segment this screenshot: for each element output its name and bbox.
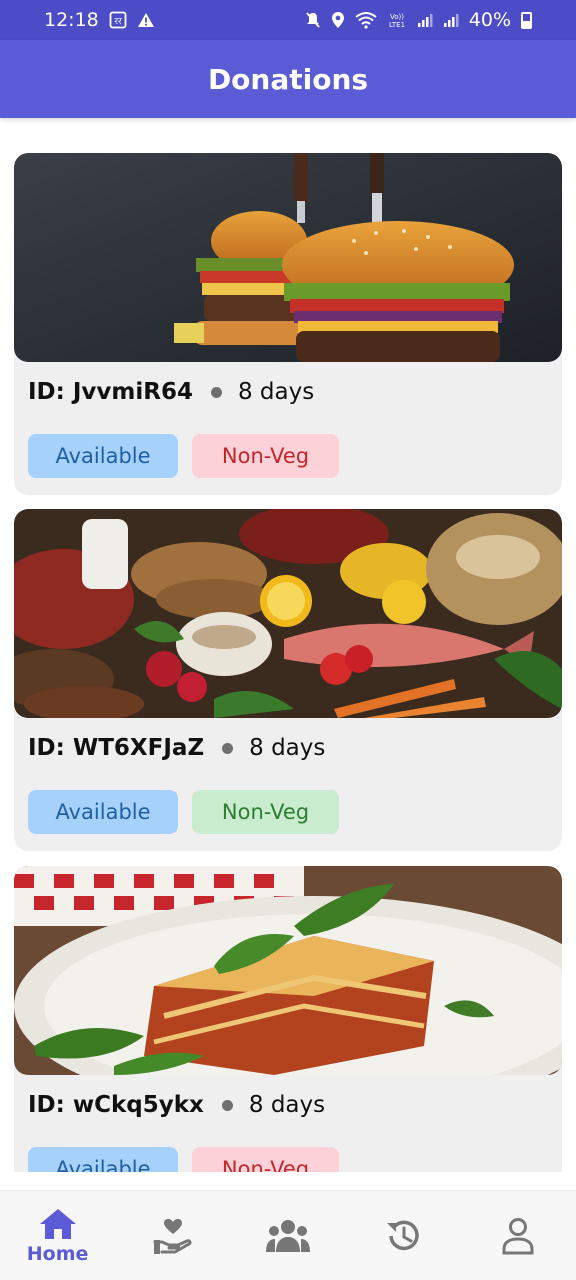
separator-dot xyxy=(221,1099,233,1111)
nav-profile[interactable] xyxy=(473,1196,563,1276)
mute-icon xyxy=(305,11,321,29)
donation-tags: Available Non-Veg xyxy=(28,434,339,478)
status-badge: Available xyxy=(28,434,178,478)
donation-info: ID: wCkq5ykx 8 days xyxy=(28,1092,325,1118)
status-time: 12:18 xyxy=(44,9,99,31)
nav-history[interactable] xyxy=(358,1196,448,1276)
location-icon xyxy=(331,11,345,29)
battery-icon xyxy=(521,11,532,29)
donation-id: ID: JvvmiR64 xyxy=(28,379,193,405)
svg-text:Vo)): Vo)) xyxy=(390,13,404,21)
signal-icon xyxy=(417,12,433,28)
status-bar: 12:18 रर Vo)) LTE1 40% xyxy=(0,0,576,40)
nav-home[interactable]: Home xyxy=(13,1196,103,1276)
donation-age: 8 days xyxy=(249,735,326,761)
donation-image-lasagna xyxy=(14,866,562,1075)
donate-hand-icon xyxy=(153,1218,192,1254)
donation-image-groceries xyxy=(14,509,562,718)
donation-info: ID: JvvmiR64 8 days xyxy=(28,379,314,405)
home-icon xyxy=(39,1208,76,1239)
food-type-badge: Non-Veg xyxy=(192,1147,339,1172)
donation-tags: Available Non-Veg xyxy=(28,790,339,834)
app-bar: Donations xyxy=(0,40,576,118)
profile-icon xyxy=(502,1217,534,1254)
donation-card[interactable]: ID: JvvmiR64 8 days Available Non-Veg xyxy=(14,153,562,495)
donation-id: ID: WT6XFJaZ xyxy=(28,735,205,761)
signal-icon xyxy=(443,12,459,28)
wifi-icon xyxy=(355,11,377,29)
status-badge: Available xyxy=(28,790,178,834)
donation-id: ID: wCkq5ykx xyxy=(28,1092,204,1118)
donation-tags: Available Non-Veg xyxy=(28,1147,339,1172)
nav-home-label: Home xyxy=(26,1242,89,1265)
bottom-navigation: Home xyxy=(0,1190,576,1280)
nav-community[interactable] xyxy=(243,1196,333,1276)
donation-card[interactable]: ID: WT6XFJaZ 8 days Available Non-Veg xyxy=(14,509,562,851)
page-title: Donations xyxy=(207,62,369,96)
donation-info: ID: WT6XFJaZ 8 days xyxy=(28,735,325,761)
svg-text:LTE1: LTE1 xyxy=(389,21,405,29)
donation-age: 8 days xyxy=(248,1092,326,1118)
donation-image-burgers xyxy=(14,153,562,362)
separator-dot xyxy=(222,742,234,754)
food-type-badge: Non-Veg xyxy=(192,434,339,478)
donation-list[interactable]: ID: JvvmiR64 8 days Available Non-Veg ID… xyxy=(0,118,576,1172)
sim-icon: रर xyxy=(109,11,127,29)
history-icon xyxy=(387,1220,419,1250)
warning-icon xyxy=(137,12,155,28)
volte-icon: Vo)) LTE1 xyxy=(387,11,407,29)
donation-age: 8 days xyxy=(237,379,315,405)
donation-card[interactable]: ID: wCkq5ykx 8 days Available Non-Veg xyxy=(14,866,562,1172)
separator-dot xyxy=(210,386,222,398)
food-type-badge: Non-Veg xyxy=(192,790,339,834)
svg-text:रर: रर xyxy=(114,17,122,27)
nav-donate[interactable] xyxy=(128,1196,218,1276)
status-badge: Available xyxy=(28,1147,178,1172)
group-icon xyxy=(265,1219,310,1252)
battery-percentage: 40% xyxy=(468,9,511,31)
